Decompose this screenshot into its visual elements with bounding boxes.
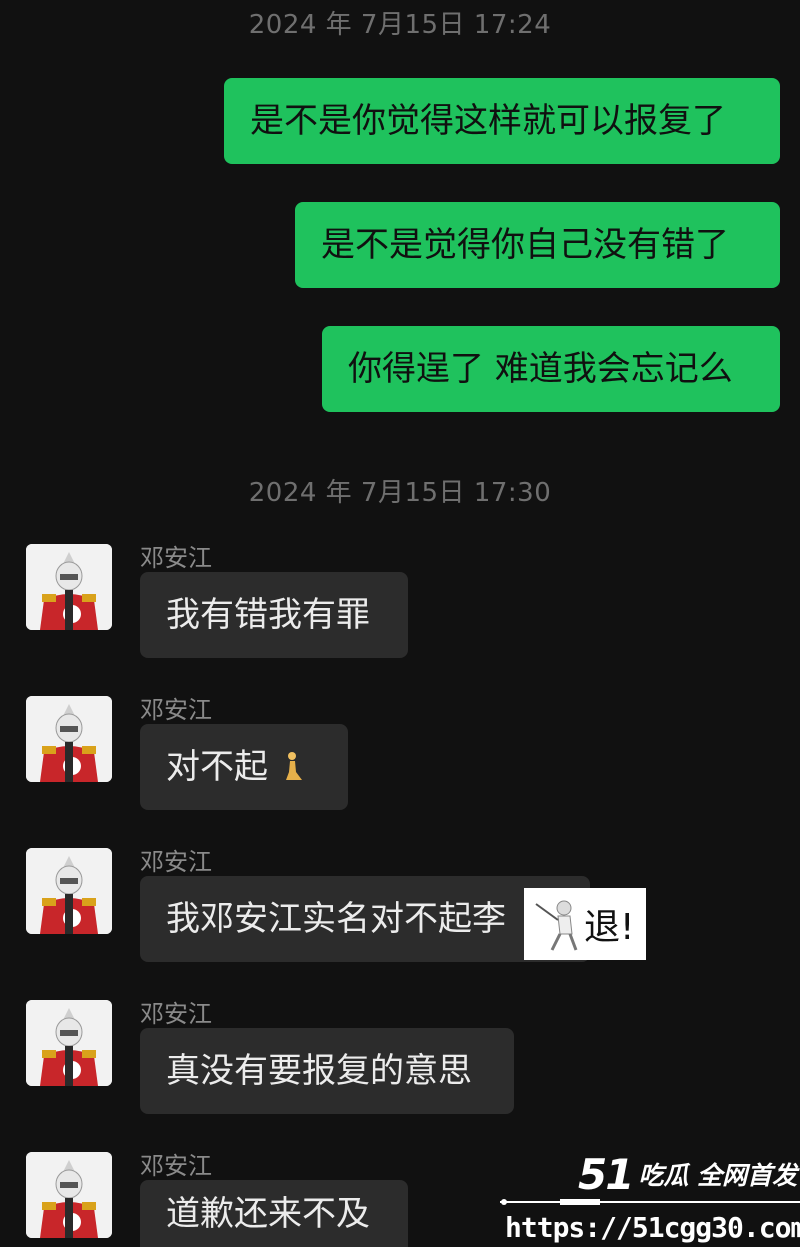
timestamp: 2024 年 7月15日 17:24 (248, 10, 552, 40)
watermark-url: https://51cgg30.com (505, 1211, 800, 1244)
incoming-message[interactable]: 我有错我有罪 (140, 572, 408, 658)
message-text: 道歉还来不及 (166, 1193, 370, 1234)
sender-name: 邓安江 (140, 1152, 212, 1180)
incoming-message[interactable]: 我邓安江实名对不起李 (140, 876, 590, 962)
sender-name: 邓安江 (140, 696, 212, 724)
message-text: 是不是觉得你自己没有错了 (321, 225, 729, 265)
sender-avatar[interactable] (26, 1000, 112, 1086)
sender-avatar[interactable] (26, 696, 112, 782)
sender-name: 邓安江 (140, 544, 212, 572)
fencer-emoji-icon (535, 900, 578, 951)
sender-avatar[interactable] (26, 544, 112, 630)
sender-name: 邓安江 (140, 1000, 212, 1028)
sender-avatar[interactable] (26, 1152, 112, 1238)
outgoing-message[interactable]: 你得逞了 难道我会忘记么 (322, 326, 780, 412)
message-text: 我有错我有罪 (166, 595, 370, 635)
sender-name: 邓安江 (140, 848, 212, 876)
message-text: 对不起 (166, 747, 268, 787)
armored-character-avatar-icon (26, 1152, 112, 1238)
armored-character-avatar-icon (26, 696, 112, 782)
watermark-divider (500, 1199, 800, 1205)
message-text: 我邓安江实名对不起李 (166, 899, 506, 939)
sticker-text: 退! (584, 907, 635, 948)
message-text: 真没有要报复的意思 (166, 1051, 472, 1091)
person-kneeling-emoji-icon (286, 752, 302, 780)
outgoing-message[interactable]: 是不是觉得你自己没有错了 (295, 202, 780, 288)
watermark-logo: 51 吃瓜 全网首发 (578, 1148, 800, 1200)
watermark-brand-text: 吃瓜 全网首发 (638, 1161, 798, 1190)
incoming-message[interactable]: 道歉还来不及 (140, 1180, 408, 1247)
timestamp: 2024 年 7月15日 17:30 (248, 478, 552, 508)
incoming-message[interactable]: 对不起 (140, 724, 348, 810)
watermark-brand-number: 51 (578, 1149, 634, 1199)
incoming-message[interactable]: 真没有要报复的意思 (140, 1028, 514, 1114)
sender-avatar[interactable] (26, 848, 112, 934)
retreat-sticker: 退! (524, 888, 646, 960)
outgoing-message[interactable]: 是不是你觉得这样就可以报复了 (224, 78, 780, 164)
message-text: 是不是你觉得这样就可以报复了 (250, 101, 726, 141)
message-text: 你得逞了 难道我会忘记么 (348, 349, 733, 389)
armored-character-avatar-icon (26, 1000, 112, 1086)
armored-character-avatar-icon (26, 848, 112, 934)
armored-character-avatar-icon (26, 544, 112, 630)
